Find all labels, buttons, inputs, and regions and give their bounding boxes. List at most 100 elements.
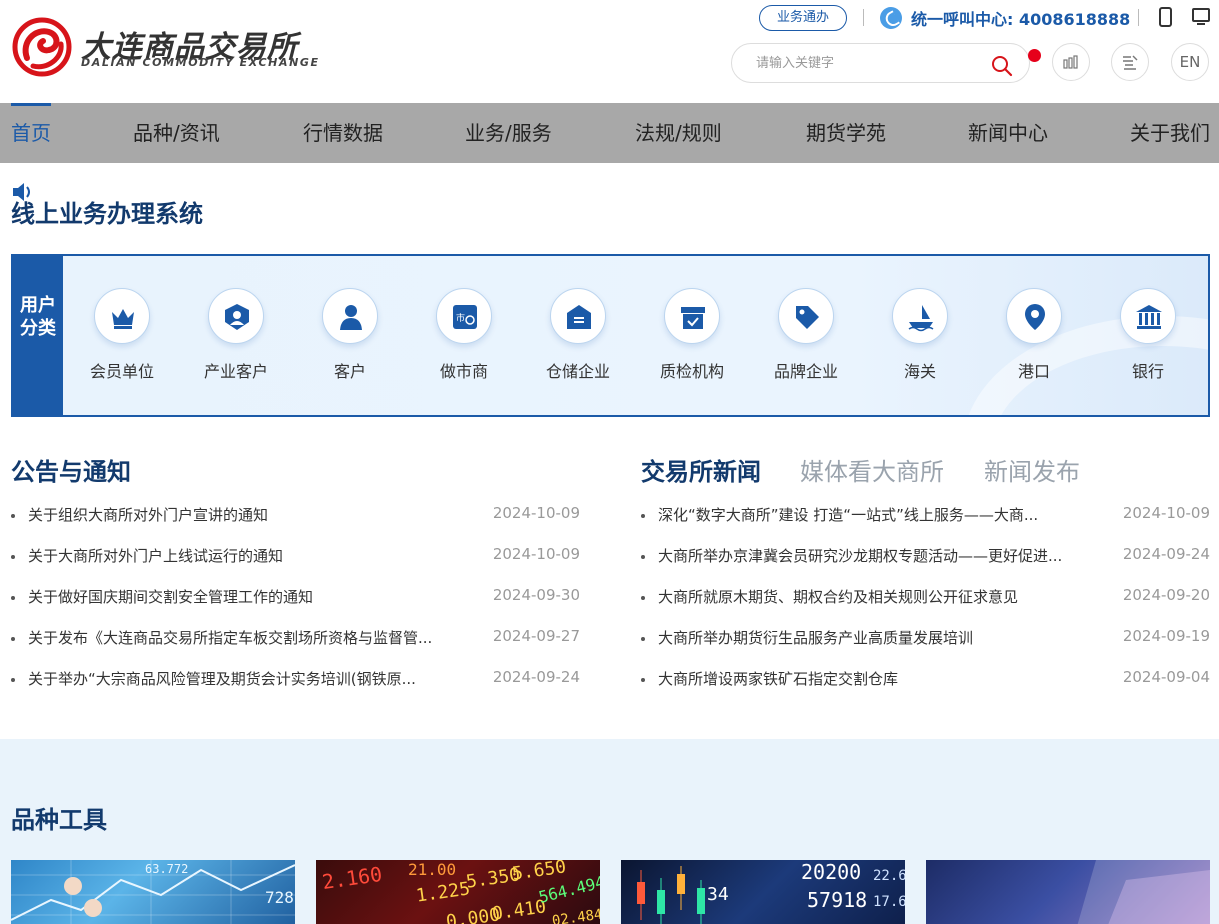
- user-label: 港口: [1017, 362, 1050, 381]
- ticker-value: 5.650: [510, 860, 568, 885]
- tab-exchange-news[interactable]: 交易所新闻: [641, 452, 761, 487]
- bullet: [641, 637, 645, 641]
- user-industry-client[interactable]: 产业客户: [181, 288, 291, 388]
- news-title[interactable]: 大商所就原木期货、期权合约及相关规则公开征求意见: [658, 586, 1098, 607]
- notice-title[interactable]: 关于大商所对外门户上线试运行的通知: [28, 545, 468, 566]
- site-header: 大连商品交易所 DALIAN COMMODITY EXCHANGE 业务通办 统…: [0, 0, 1219, 103]
- news-date: 2024-09-04: [1122, 668, 1210, 686]
- nav-futures-academy[interactable]: 期货学苑: [806, 103, 886, 163]
- news-date: 2024-10-09: [1122, 504, 1210, 522]
- user-member-unit[interactable]: 会员单位: [67, 288, 177, 388]
- user-port[interactable]: 港口: [979, 288, 1089, 388]
- bullet: [641, 678, 645, 682]
- nav-market-data[interactable]: 行情数据: [303, 103, 383, 163]
- hotline-number: 4008618888: [1018, 10, 1131, 29]
- news-title[interactable]: 大商所增设两家铁矿石指定交割仓库: [658, 668, 1098, 689]
- search-input[interactable]: [756, 53, 976, 73]
- news-title[interactable]: 深化“数字大商所”建设 打造“一站式”线上服务——大商...: [658, 504, 1098, 525]
- user-customs[interactable]: 海关: [865, 288, 975, 388]
- header-divider: [863, 9, 864, 26]
- ticker-value: 34: [707, 884, 729, 905]
- language-en-button[interactable]: EN: [1171, 43, 1209, 81]
- logo-english-name: DALIAN COMMODITY EXCHANGE: [81, 56, 320, 69]
- ticker-value: 20200: [801, 860, 862, 884]
- user-icon-circle: [664, 288, 720, 344]
- user-inspection-agency[interactable]: 质检机构: [637, 288, 747, 388]
- notice-title[interactable]: 关于做好国庆期间交割安全管理工作的通知: [28, 586, 468, 607]
- header-divider: [1138, 9, 1139, 26]
- nav-about-us[interactable]: 关于我们: [1130, 103, 1210, 163]
- products-section: 品种工具 63.772 728 2.160 21.00 1.225 5.350 …: [0, 739, 1219, 924]
- search-icon[interactable]: [991, 55, 1013, 77]
- ticker-value: 17.66: [873, 894, 905, 910]
- notice-item[interactable]: 关于发布《大连商品交易所指定车板交割场所资格与监督管... 2024-09-27: [11, 627, 580, 651]
- notice-title[interactable]: 关于举办“大宗商品风险管理及期货会计实务培训(钢铁原...: [28, 668, 468, 689]
- abstract-graphic: [1077, 860, 1210, 924]
- bullet: [11, 596, 15, 600]
- user-bank[interactable]: 银行: [1093, 288, 1203, 388]
- ticker-value: 57918: [807, 888, 868, 912]
- notice-title[interactable]: 关于发布《大连商品交易所指定车板交割场所资格与监督管...: [28, 627, 468, 648]
- ticker-value: 2.160: [320, 861, 384, 895]
- news-item[interactable]: 大商所增设两家铁矿石指定交割仓库 2024-09-04: [641, 668, 1210, 692]
- person-icon: [340, 305, 362, 330]
- ticker-value: 02.484: [551, 906, 600, 924]
- news-item[interactable]: 深化“数字大商所”建设 打造“一站式”线上服务——大商... 2024-10-0…: [641, 504, 1210, 528]
- product-card-image[interactable]: 20200 57918 22.67 17.66 34: [621, 860, 905, 924]
- notice-title[interactable]: 关于组织大商所对外门户宣讲的通知: [28, 504, 468, 525]
- tab-press-release[interactable]: 新闻发布: [984, 452, 1080, 487]
- user-icon-circle: [1006, 288, 1062, 344]
- notice-date: 2024-10-09: [492, 545, 580, 563]
- site-logo[interactable]: 大连商品交易所 DALIAN COMMODITY EXCHANGE: [11, 16, 321, 78]
- brand-tag-icon: [796, 306, 819, 329]
- nav-home[interactable]: 首页: [11, 103, 51, 163]
- user-warehouse[interactable]: 仓储企业: [523, 288, 633, 388]
- business-service-button[interactable]: 业务通办: [759, 5, 847, 31]
- user-icon-circle: 市: [436, 288, 492, 344]
- notice-item[interactable]: 关于做好国庆期间交割安全管理工作的通知 2024-09-30: [11, 586, 580, 610]
- news-date: 2024-09-24: [1122, 545, 1210, 563]
- user-brand-enterprise[interactable]: 品牌企业: [751, 288, 861, 388]
- notice-item[interactable]: 关于举办“大宗商品风险管理及期货会计实务培训(钢铁原... 2024-09-24: [11, 668, 580, 692]
- user-client[interactable]: 客户: [295, 288, 405, 388]
- wechat-button[interactable]: [1111, 43, 1149, 81]
- news-item[interactable]: 大商所举办京津冀会员研究沙龙期权专题活动——更好促进... 2024-09-24: [641, 545, 1210, 569]
- news-item[interactable]: 大商所举办期货衍生品服务产业高质量发展培训 2024-09-19: [641, 627, 1210, 651]
- nav-rules[interactable]: 法规/规则: [635, 103, 722, 163]
- bullet: [11, 637, 15, 641]
- notice-item[interactable]: 关于组织大商所对外门户宣讲的通知 2024-10-09: [11, 504, 580, 528]
- nav-news-center[interactable]: 新闻中心: [968, 103, 1048, 163]
- products-title: 品种工具: [11, 806, 107, 834]
- product-card-image[interactable]: 2.160 21.00 1.225 5.350 5.650 0.410 564.…: [316, 860, 600, 924]
- bullet: [11, 555, 15, 559]
- news-title[interactable]: 大商所举办期货衍生品服务产业高质量发展培训: [658, 627, 1098, 648]
- hotline-label: 统一呼叫中心:: [911, 10, 1014, 29]
- weibo-button[interactable]: [1052, 43, 1090, 81]
- notice-item[interactable]: 关于大商所对外门户上线试运行的通知 2024-10-09: [11, 545, 580, 569]
- desktop-icon[interactable]: [1192, 8, 1210, 25]
- news-title[interactable]: 大商所举办京津冀会员研究沙龙期权专题活动——更好促进...: [658, 545, 1098, 566]
- bullet: [11, 678, 15, 682]
- ticker-value: 0.000: [444, 904, 502, 924]
- user-icon-circle: [322, 288, 378, 344]
- user-label: 仓储企业: [545, 362, 610, 381]
- search-box: [731, 43, 1030, 83]
- user-market-maker[interactable]: 市 做市商: [409, 288, 519, 388]
- main-navigation: 首页 品种/资讯 行情数据 业务/服务 法规/规则 期货学苑 新闻中心 关于我们: [0, 103, 1219, 163]
- bullet: [641, 596, 645, 600]
- notices-title[interactable]: 公告与通知: [11, 452, 131, 487]
- bullet: [11, 514, 15, 518]
- mobile-icon[interactable]: [1159, 7, 1172, 27]
- nav-products-info[interactable]: 品种/资讯: [133, 103, 220, 163]
- svg-text:市: 市: [456, 312, 465, 324]
- user-label: 会员单位: [89, 362, 154, 381]
- crown-icon: [112, 309, 134, 329]
- news-item[interactable]: 大商所就原木期货、期权合约及相关规则公开征求意见 2024-09-20: [641, 586, 1210, 610]
- product-card-image[interactable]: [926, 860, 1210, 924]
- notice-date: 2024-09-27: [492, 627, 580, 645]
- hotline: 统一呼叫中心: 4008618888: [911, 6, 1130, 30]
- ticker-value: 63.772: [145, 862, 189, 876]
- nav-business-services[interactable]: 业务/服务: [465, 103, 552, 163]
- tab-media-news[interactable]: 媒体看大商所: [800, 452, 944, 487]
- product-card-image[interactable]: 63.772 728: [11, 860, 295, 924]
